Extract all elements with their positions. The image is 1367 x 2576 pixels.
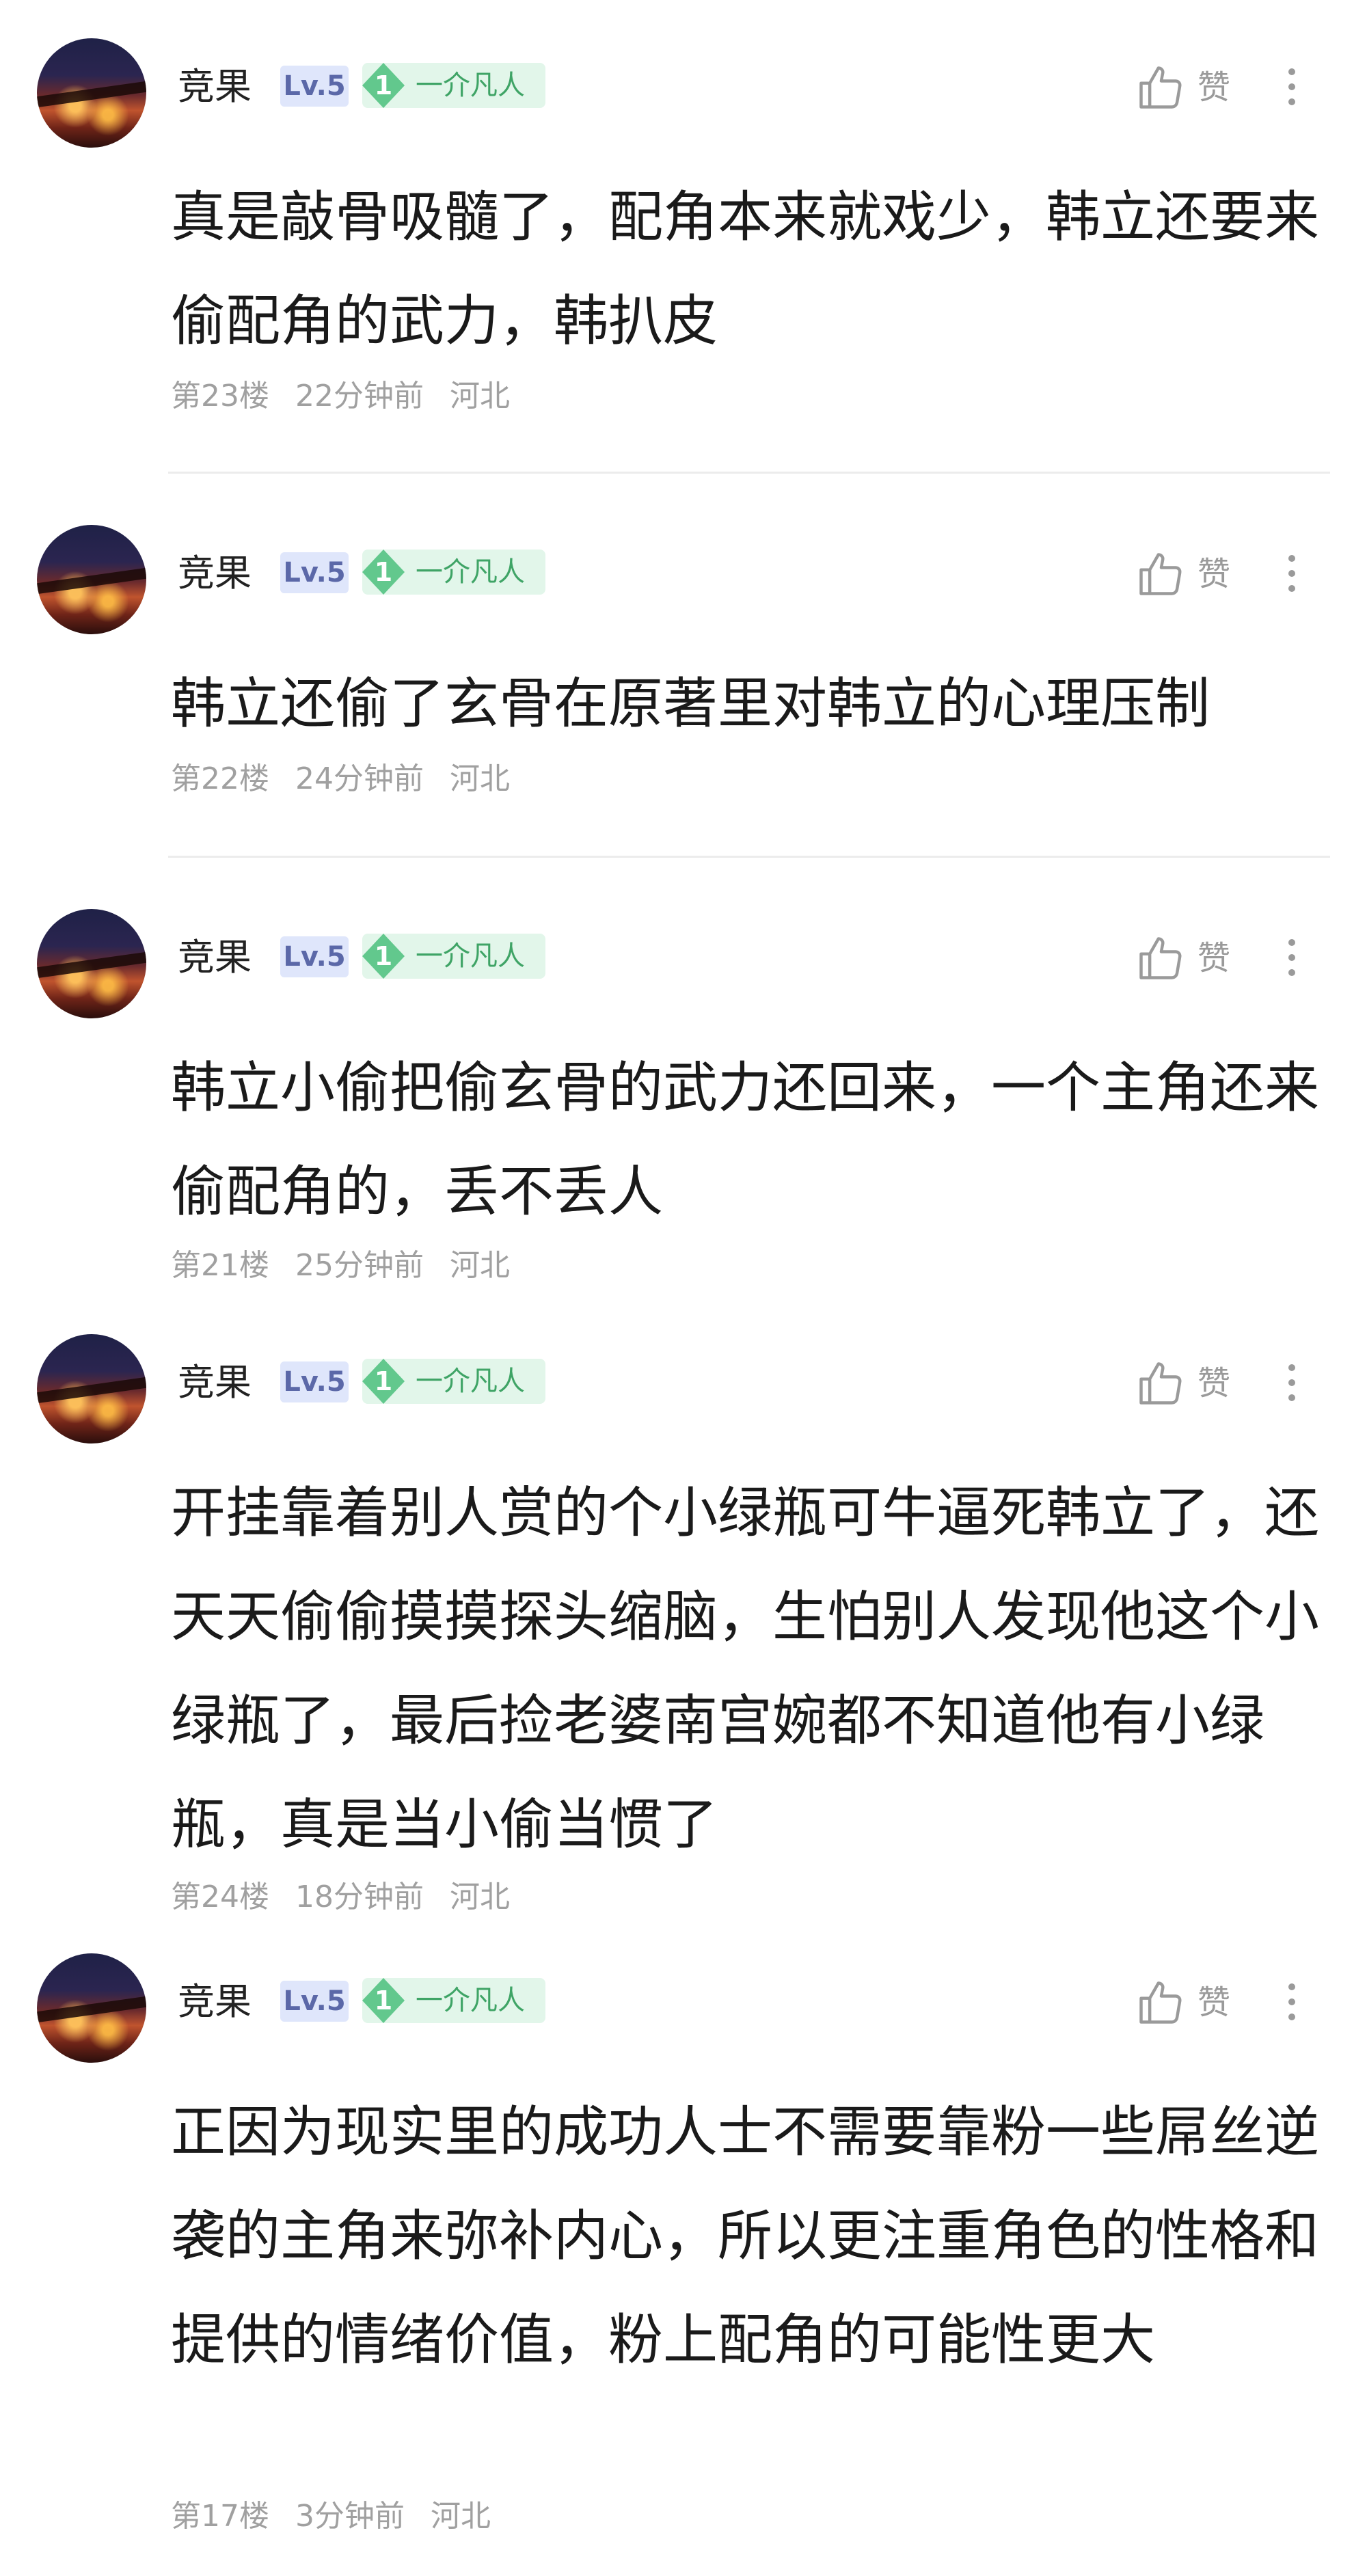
thumbs-up-icon <box>1139 1362 1182 1405</box>
rank-number: 1 <box>374 1366 393 1396</box>
ip-location: 河北 <box>431 2499 491 2534</box>
like-button[interactable]: 赞 <box>1135 928 1244 990</box>
rank-badge: 1 一介凡人 <box>362 1359 545 1404</box>
level-badge: Lv.5 <box>280 552 349 593</box>
avatar[interactable] <box>37 909 146 1018</box>
floor-number: 第23楼 <box>171 379 269 413</box>
username[interactable]: 竞果 <box>178 555 252 592</box>
like-label: 赞 <box>1197 939 1231 977</box>
rank-title: 一介凡人 <box>416 1985 525 2016</box>
divider <box>168 472 1330 474</box>
like-label: 赞 <box>1197 555 1231 593</box>
like-label: 赞 <box>1197 68 1231 107</box>
comment-text: 正因为现实里的成功人士不需要靠粉一些屌丝逆袭的主角来弥补内心，所以更注重角色的性… <box>171 2100 1319 2372</box>
floor-number: 第24楼 <box>171 1880 269 1914</box>
like-button[interactable]: 赞 <box>1135 57 1244 119</box>
comment-text: 开挂靠着别人赏的个小绿瓶可牛逼死韩立了，还天天偷偷摸摸探头缩脑，生怕别人发现他这… <box>171 1481 1319 1856</box>
more-options-icon[interactable] <box>1278 547 1305 608</box>
post-time: 18分钟前 <box>295 1880 424 1914</box>
more-options-icon[interactable] <box>1278 60 1305 122</box>
comment-meta: 第17楼 3分钟前 河北 <box>171 2502 517 2532</box>
rank-title: 一介凡人 <box>416 1366 525 1397</box>
more-options-icon[interactable] <box>1278 1975 1305 2037</box>
level-badge: Lv.5 <box>280 936 349 977</box>
level-badge: Lv.5 <box>280 1981 349 2022</box>
floor-number: 第17楼 <box>171 2499 269 2534</box>
username[interactable]: 竞果 <box>178 68 252 105</box>
avatar[interactable] <box>37 1334 146 1443</box>
rank-badge: 1 一介凡人 <box>362 1978 545 2023</box>
comment-text: 韩立小偷把偷玄骨的武力还回来，一个主角还来偷配角的，丢不丢人 <box>171 1056 1319 1223</box>
rank-title: 一介凡人 <box>416 940 525 972</box>
thumbs-up-icon <box>1139 937 1182 979</box>
ip-location: 河北 <box>450 761 510 796</box>
username[interactable]: 竞果 <box>178 939 252 976</box>
avatar[interactable] <box>37 1953 146 2063</box>
comment-text: 韩立还偷了玄骨在原著里对韩立的心理压制 <box>171 672 1210 735</box>
rank-title: 一介凡人 <box>416 556 525 588</box>
rank-badge: 1 一介凡人 <box>362 550 545 595</box>
level-badge: Lv.5 <box>280 1361 349 1402</box>
rank-number: 1 <box>374 1985 393 2016</box>
comment-text: 真是敲骨吸髓了，配角本来就戏少，韩立还要来偷配角的武力，韩扒皮 <box>171 185 1319 353</box>
like-label: 赞 <box>1197 1364 1231 1402</box>
ip-location: 河北 <box>450 1248 510 1283</box>
more-options-icon[interactable] <box>1278 1356 1305 1418</box>
thumbs-up-icon <box>1139 1981 1182 2024</box>
post-time: 24分钟前 <box>295 761 424 796</box>
rank-title: 一介凡人 <box>416 70 525 101</box>
avatar[interactable] <box>37 38 146 148</box>
rank-badge: 1 一介凡人 <box>362 934 545 979</box>
rank-badge: 1 一介凡人 <box>362 63 545 108</box>
username[interactable]: 竞果 <box>178 1364 252 1401</box>
thumbs-up-icon <box>1139 553 1182 595</box>
avatar[interactable] <box>37 525 146 634</box>
post-time: 22分钟前 <box>295 379 424 413</box>
rank-number: 1 <box>374 557 393 587</box>
rank-number: 1 <box>374 941 393 971</box>
ip-location: 河北 <box>450 379 510 413</box>
comment-meta: 第23楼 22分钟前 河北 <box>171 381 536 411</box>
post-time: 3分钟前 <box>295 2499 405 2534</box>
thumbs-up-icon <box>1139 66 1182 109</box>
divider <box>168 856 1330 858</box>
floor-number: 第21楼 <box>171 1248 269 1283</box>
ip-location: 河北 <box>450 1880 510 1914</box>
like-button[interactable]: 赞 <box>1135 1972 1244 2034</box>
rank-number: 1 <box>374 70 393 100</box>
comment-meta: 第24楼 18分钟前 河北 <box>171 1882 536 1912</box>
like-label: 赞 <box>1197 1983 1231 2022</box>
level-badge: Lv.5 <box>280 66 349 107</box>
post-time: 25分钟前 <box>295 1248 424 1283</box>
username[interactable]: 竞果 <box>178 1983 252 2020</box>
like-button[interactable]: 赞 <box>1135 544 1244 606</box>
comment-meta: 第22楼 24分钟前 河北 <box>171 764 536 794</box>
like-button[interactable]: 赞 <box>1135 1353 1244 1415</box>
comment-meta: 第21楼 25分钟前 河北 <box>171 1251 536 1281</box>
more-options-icon[interactable] <box>1278 931 1305 992</box>
floor-number: 第22楼 <box>171 761 269 796</box>
